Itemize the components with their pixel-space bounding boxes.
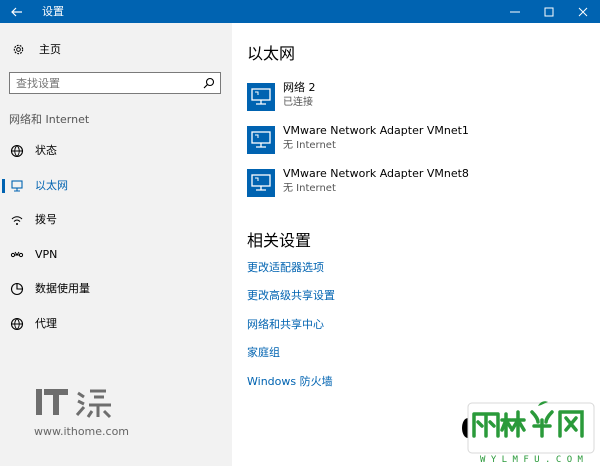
svg-text:W Y L M F U . C O M: W Y L M F U . C O M — [480, 455, 584, 465]
sidebar-item-label: 以太网 — [35, 179, 68, 192]
minimize-icon — [510, 11, 520, 12]
link-advanced-sharing[interactable]: 更改高级共享设置 — [247, 289, 335, 303]
back-button[interactable] — [0, 0, 34, 23]
sidebar-item-status[interactable]: 状态 — [0, 140, 232, 162]
adapter-name: 网络 2 — [283, 81, 316, 94]
gear-icon — [13, 44, 24, 54]
ylmfu-logo: W Y L M F U . C O M — [460, 398, 600, 466]
sidebar-item-label: 拨号 — [35, 213, 57, 226]
network-adapter-icon — [247, 83, 275, 111]
adapter-item[interactable]: VMware Network Adapter VMnet8 无 Internet — [247, 167, 587, 201]
back-arrow-icon — [11, 7, 22, 16]
link-windows-firewall[interactable]: Windows 防火墙 — [247, 375, 333, 389]
sidebar-item-data-usage[interactable]: 数据使用量 — [0, 278, 232, 300]
home-label: 主页 — [39, 43, 61, 56]
sidebar-item-dialup[interactable]: 拨号 — [0, 209, 232, 231]
link-network-sharing-center[interactable]: 网络和共享中心 — [247, 318, 324, 332]
link-change-adapter-options[interactable]: 更改适配器选项 — [247, 261, 324, 275]
adapter-name: VMware Network Adapter VMnet1 — [283, 124, 469, 137]
window-controls — [498, 0, 600, 23]
link-homegroup[interactable]: 家庭组 — [247, 346, 280, 360]
maximize-icon — [544, 7, 554, 16]
adapter-status: 无 Internet — [283, 183, 336, 194]
selection-indicator — [2, 179, 5, 193]
globe-status-icon — [10, 144, 24, 158]
related-settings-title: 相关设置 — [247, 231, 312, 250]
ithome-logo-icon — [36, 389, 112, 419]
network-adapter-icon — [247, 169, 275, 197]
ethernet-icon — [11, 180, 23, 192]
sidebar-item-label: 数据使用量 — [35, 282, 90, 295]
page-title: 以太网 — [247, 44, 296, 63]
adapter-status: 已连接 — [283, 97, 313, 108]
data-usage-icon — [10, 282, 24, 296]
adapter-name: VMware Network Adapter VMnet8 — [283, 167, 469, 180]
network-adapter-icon — [247, 126, 275, 154]
sidebar-item-proxy[interactable]: 代理 — [0, 313, 232, 335]
sidebar-item-label: 代理 — [35, 317, 57, 330]
category-heading: 网络和 Internet — [9, 113, 90, 126]
proxy-globe-icon — [10, 317, 24, 331]
ithome-url: www.ithome.com — [34, 425, 130, 438]
adapter-item[interactable]: VMware Network Adapter VMnet1 无 Internet — [247, 124, 587, 158]
adapter-item[interactable]: 网络 2 已连接 — [247, 81, 587, 115]
maximize-button[interactable] — [532, 0, 566, 23]
ylmfu-logo-icon: W Y L M F U . C O M — [462, 401, 595, 465]
search-icon[interactable] — [203, 77, 215, 89]
dialup-icon — [11, 216, 23, 225]
vpn-icon — [10, 251, 24, 258]
sidebar-item-label: 状态 — [35, 144, 57, 157]
adapter-status: 无 Internet — [283, 140, 336, 151]
close-icon — [578, 7, 588, 16]
sidebar-item-vpn[interactable]: VPN — [0, 244, 232, 266]
close-button[interactable] — [566, 0, 600, 23]
search-input[interactable] — [10, 73, 196, 93]
window-title: 设置 — [42, 5, 64, 18]
search-box[interactable] — [9, 72, 221, 94]
title-bar: 设置 — [0, 0, 600, 23]
sidebar-item-ethernet[interactable]: 以太网 — [0, 175, 232, 197]
home-nav-item[interactable]: 主页 — [12, 39, 61, 59]
sidebar-item-label: VPN — [35, 248, 58, 261]
ithome-logo — [34, 385, 124, 425]
minimize-button[interactable] — [498, 0, 532, 23]
